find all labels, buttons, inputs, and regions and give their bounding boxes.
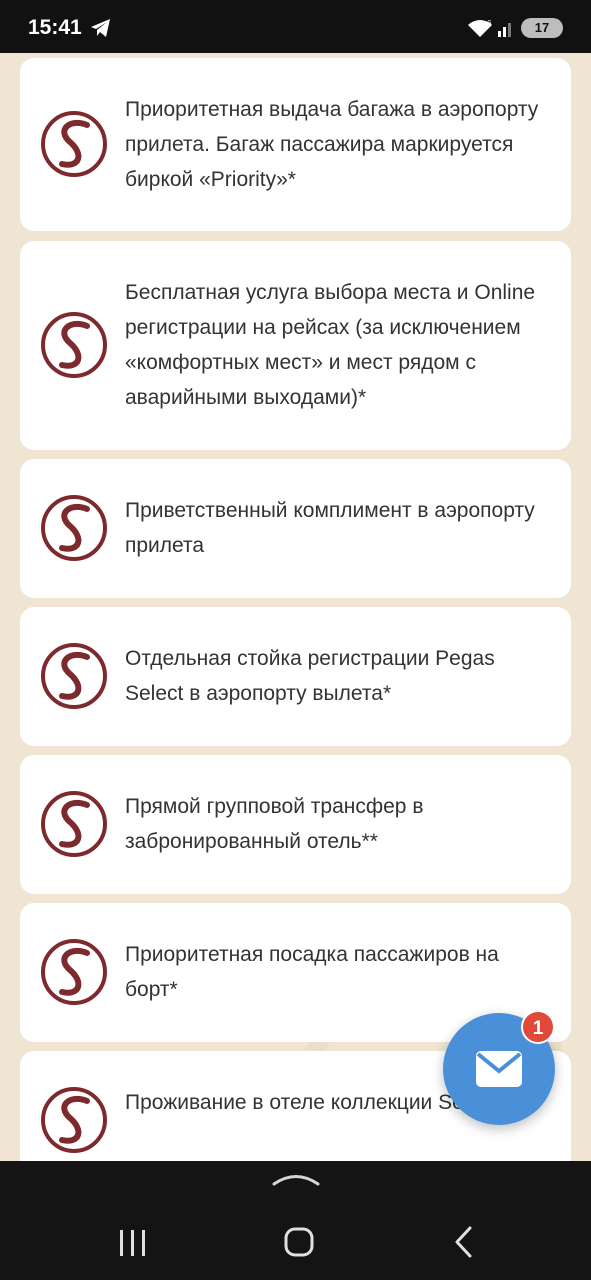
notification-badge: 1 bbox=[521, 1010, 555, 1044]
feature-text: Приветственный комплимент в аэропорту пр… bbox=[125, 499, 535, 557]
feature-text: Приоритетная посадка пассажиров на борт* bbox=[125, 943, 499, 1001]
pegas-logo-icon bbox=[41, 111, 107, 177]
pegas-logo-icon bbox=[41, 1087, 107, 1153]
home-icon[interactable] bbox=[284, 1227, 314, 1257]
feature-text: Прямой групповой трансфер в забронирован… bbox=[125, 795, 424, 853]
status-bar: 15:41 6 17 bbox=[0, 0, 591, 53]
pegas-logo-icon bbox=[41, 312, 107, 378]
back-icon[interactable] bbox=[454, 1226, 474, 1258]
feature-text: Приоритетная выдача багажа в аэропорту п… bbox=[125, 98, 539, 191]
navigation-bar bbox=[0, 1161, 591, 1280]
pegas-logo-icon bbox=[41, 643, 107, 709]
status-time: 15:41 bbox=[28, 16, 82, 39]
feature-card: Бесплатная услуга выбора места и Online … bbox=[20, 241, 571, 450]
pegas-logo-icon bbox=[41, 495, 107, 561]
feature-card: Прямой групповой трансфер в забронирован… bbox=[20, 755, 571, 894]
feature-card: Отдельная стойка регистрации Pegas Selec… bbox=[20, 607, 571, 746]
feature-card: Приветственный комплимент в аэропорту пр… bbox=[20, 459, 571, 598]
feature-text: Отдельная стойка регистрации Pegas Selec… bbox=[125, 647, 495, 705]
feature-card: Приоритетная выдача багажа в аэропорту п… bbox=[20, 58, 571, 231]
recent-apps-icon[interactable] bbox=[118, 1229, 148, 1257]
signal-icon bbox=[497, 18, 515, 43]
mail-icon bbox=[476, 1051, 522, 1087]
chevron-up-icon[interactable] bbox=[272, 1171, 320, 1187]
feature-list[interactable]: Приоритетная выдача багажа в аэропорту п… bbox=[0, 53, 591, 1161]
svg-text:6: 6 bbox=[487, 19, 492, 28]
battery-icon: 17 bbox=[521, 18, 563, 38]
feature-text: Бесплатная услуга выбора места и Online … bbox=[125, 281, 536, 409]
telegram-icon bbox=[90, 18, 112, 43]
pegas-logo-icon bbox=[41, 939, 107, 1005]
pegas-logo-icon bbox=[41, 791, 107, 857]
wifi-icon: 6 bbox=[466, 17, 494, 44]
